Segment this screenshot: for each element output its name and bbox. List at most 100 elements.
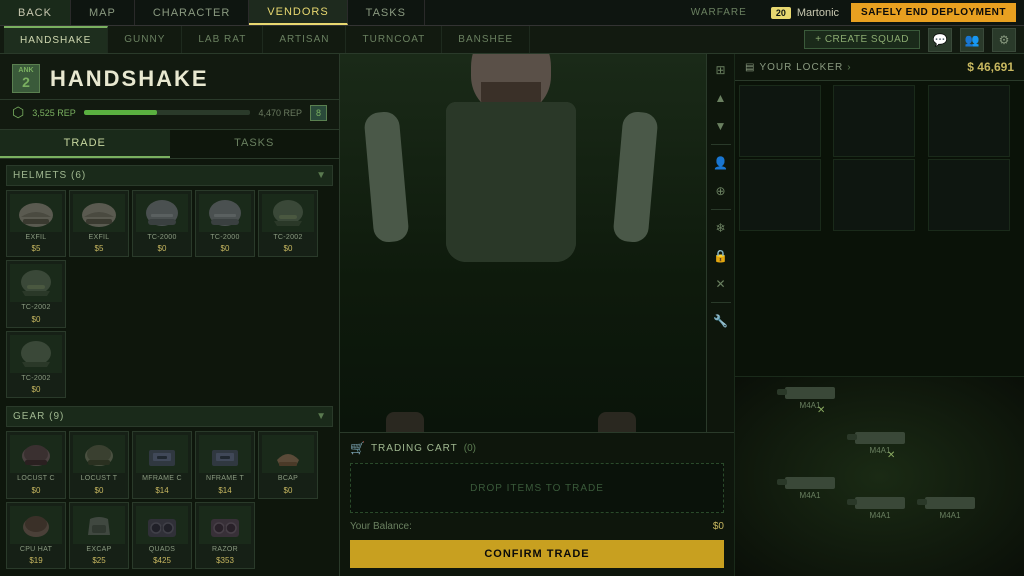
tab-handshake[interactable]: HANDSHAKE: [4, 26, 108, 53]
layers-tool-btn[interactable]: ⊕: [709, 179, 733, 203]
tab-artisan[interactable]: ARTISAN: [263, 26, 346, 53]
item-name: TC-2002: [273, 234, 302, 242]
locker-chevron[interactable]: ›: [847, 62, 851, 73]
drop-zone[interactable]: DROP ITEMS TO TRADE: [350, 463, 724, 513]
chat-icon-btn[interactable]: 💬: [928, 28, 952, 52]
locker-header: ▤ YOUR LOCKER › $ 46,691: [735, 54, 1024, 81]
list-item[interactable]: TC-2002 $0: [6, 260, 66, 327]
character-arm-left: [363, 111, 409, 244]
map-cross-1: ✕: [817, 405, 825, 416]
drop-text: DROP ITEMS TO TRADE: [470, 483, 604, 494]
list-item[interactable]: TC-2000 $0: [195, 190, 255, 257]
character-hands: [381, 412, 641, 432]
up-tool-btn[interactable]: ▲: [709, 86, 733, 110]
person-tool-btn[interactable]: 👤: [709, 151, 733, 175]
list-item[interactable]: TC-2002 $0: [258, 190, 318, 257]
list-item[interactable]: Quads $425: [132, 502, 192, 569]
locker-title: ▤ YOUR LOCKER ›: [745, 62, 852, 73]
item-price: $0: [158, 244, 167, 253]
vendor-rank-label: ANK: [18, 67, 34, 74]
item-image: [136, 194, 188, 232]
tab-banshee[interactable]: BANSHEE: [442, 26, 530, 53]
balance-label: Your Balance:: [350, 521, 412, 532]
items-scroll[interactable]: Helmets (6) ▼ EXFIL $5: [0, 159, 339, 576]
gear-header[interactable]: Gear (9) ▼: [6, 406, 333, 427]
list-item[interactable]: Locust C $0: [6, 431, 66, 498]
map-panel: M4A1 ✕ M4A1 ✕ M4A1 M4A1 M4A1: [735, 376, 1024, 576]
gear-icon: [269, 440, 307, 468]
helmets-grid: EXFIL $5 EXFIL $5: [6, 190, 333, 328]
create-squad-button[interactable]: + CREATE SQUAD: [804, 30, 920, 49]
list-item[interactable]: TC-2000 $0: [132, 190, 192, 257]
item-price: $19: [29, 556, 42, 565]
tab-labrat[interactable]: LAB RAT: [182, 26, 263, 53]
list-item[interactable]: EXFIL $5: [6, 190, 66, 257]
item-name: EXFIL: [89, 234, 110, 242]
group-icon-btn[interactable]: 👥: [960, 28, 984, 52]
trade-tab-trade[interactable]: TRADE: [0, 130, 170, 158]
character-hand-left: [386, 412, 424, 432]
item-name: TC-2000: [147, 234, 176, 242]
wrench-tool-btn[interactable]: 🔧: [709, 309, 733, 333]
item-image: [73, 194, 125, 232]
snowflake-tool-btn[interactable]: ❄: [709, 216, 733, 240]
locker-slot[interactable]: [928, 85, 1010, 157]
list-item[interactable]: Razor $353: [195, 502, 255, 569]
settings-icon-btn[interactable]: ⚙: [992, 28, 1016, 52]
item-price: $0: [32, 486, 41, 495]
gear-icon: [143, 511, 181, 539]
tab-turncoat[interactable]: TURNCOAT: [346, 26, 442, 53]
close-tool-btn[interactable]: ✕: [709, 272, 733, 296]
list-item[interactable]: EXFIL $5: [69, 190, 129, 257]
rep-info: 3,525 REP 4,470 REP: [32, 108, 302, 118]
item-price: $25: [92, 556, 105, 565]
locker-slot[interactable]: [739, 85, 821, 157]
helmets-header[interactable]: Helmets (6) ▼: [6, 165, 333, 186]
list-item[interactable]: ExCap $25: [69, 502, 129, 569]
nav-map[interactable]: MAP: [71, 0, 135, 25]
helmet-icon: [17, 269, 55, 297]
player-name: Martonic: [797, 7, 839, 19]
trading-cart: 🛒 TRADING CART (0) DROP ITEMS TO TRADE Y…: [340, 432, 734, 576]
player-level: 20: [771, 7, 791, 19]
item-image: [10, 194, 62, 232]
lock-tool-btn[interactable]: 🔒: [709, 244, 733, 268]
locker-slot[interactable]: [928, 159, 1010, 231]
nav-back[interactable]: BACK: [0, 0, 71, 25]
list-item[interactable]: CPU Hat $19: [6, 502, 66, 569]
gun-icon-5: [925, 497, 975, 509]
rep-fill: [84, 110, 157, 115]
item-name: Razor: [212, 546, 238, 554]
center-panel: ⊞ ▲ ▼ 👤 ⊕ ❄ 🔒 ✕ 🔧 🛒 TRADING CART (0): [340, 54, 734, 576]
deploy-button[interactable]: SAFELY END DEPLOYMENT: [851, 3, 1016, 22]
character-torso: [446, 102, 576, 262]
item-name: TC-2002: [21, 375, 50, 383]
tab-gunny[interactable]: GUNNY: [108, 26, 182, 53]
helmet-icon: [17, 199, 55, 227]
down-tool-btn[interactable]: ▼: [709, 114, 733, 138]
list-item[interactable]: MFrame C $14: [132, 431, 192, 498]
nav-character[interactable]: CHARACTER: [135, 0, 249, 25]
grid-tool-btn[interactable]: ⊞: [709, 58, 733, 82]
nav-vendors[interactable]: VENDORS: [249, 0, 347, 25]
right-panel: ▤ YOUR LOCKER › $ 46,691 M4A1 ✕: [734, 54, 1024, 576]
confirm-trade-button[interactable]: CONFIRM TRADE: [350, 540, 724, 568]
locker-slot[interactable]: [833, 85, 915, 157]
map-item-1: M4A1: [785, 387, 835, 410]
character-body-wrap: [381, 102, 641, 262]
trade-tab-tasks[interactable]: TASKS: [170, 130, 340, 158]
list-item[interactable]: BCap $0: [258, 431, 318, 498]
list-item[interactable]: NFrame T $14: [195, 431, 255, 498]
locker-grid[interactable]: [735, 81, 1024, 376]
gear-arrow: ▼: [316, 411, 326, 422]
locker-slot[interactable]: [739, 159, 821, 231]
gear-icon: [17, 440, 55, 468]
item-image: [136, 435, 188, 473]
map-item-5: M4A1: [925, 497, 975, 520]
item-image: [10, 264, 62, 302]
nav-warfare[interactable]: WARFARE: [679, 7, 759, 18]
list-item[interactable]: TC-2002 $0: [6, 331, 66, 398]
nav-tasks[interactable]: TASKS: [348, 0, 425, 25]
list-item[interactable]: Locust T $0: [69, 431, 129, 498]
locker-slot[interactable]: [833, 159, 915, 231]
